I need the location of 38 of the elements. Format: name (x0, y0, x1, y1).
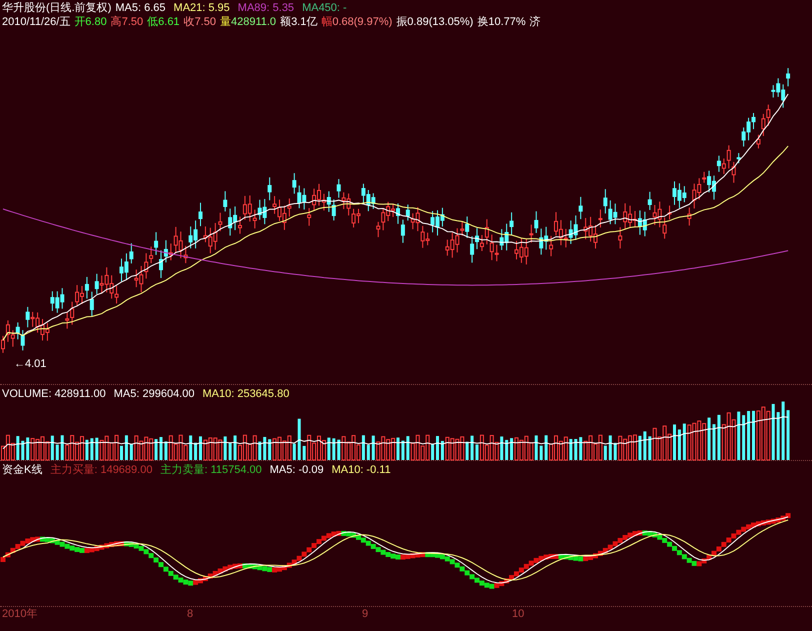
quote-value: 7.50 (194, 15, 216, 29)
fund-panel-title: 资金K线 (2, 463, 42, 477)
low-price-marker: ←4.01 (14, 357, 46, 371)
quote-value: 6.80 (85, 15, 107, 29)
indicator-value: MA21: 5.95 (174, 1, 230, 15)
quote-label: 高 (110, 15, 122, 29)
axis-label: 8 (187, 608, 194, 620)
quote-date: 2010/11/26/五 (2, 15, 70, 29)
axis-label: 9 (362, 608, 368, 620)
indicator-value: MA5: 299604.00 (114, 387, 194, 401)
quote-label: 济 (530, 15, 541, 29)
quote-value: 7.50 (122, 15, 144, 29)
quote-value: 0.68(9.97%) (332, 15, 392, 29)
chart-title: 华升股份(日线.前复权) (2, 1, 112, 15)
indicator-value: MA450: - (302, 1, 347, 15)
quote-value: 0.89(13.05%) (407, 15, 474, 29)
quote-label: 换 (477, 15, 488, 29)
quote-label: 幅 (321, 15, 332, 29)
quote-value: 6.61 (158, 15, 180, 29)
indicator-value: MA89: 5.35 (238, 1, 294, 15)
indicator-value: MA10: 253645.80 (202, 387, 290, 401)
indicator-value: 主力卖量: 115754.00 (160, 463, 262, 477)
indicator-value: 主力买量: 149689.00 (50, 463, 152, 477)
quote-value: 10.77% (488, 15, 526, 29)
quote-value: 3.1亿 (291, 15, 318, 29)
quote-value: 428911.0 (230, 15, 276, 29)
quote-label: 低 (147, 15, 158, 29)
quote-label: 额 (280, 15, 292, 29)
axis-label: 10 (512, 608, 524, 620)
indicator-value: MA5: 6.65 (115, 1, 166, 15)
quote-label: 开 (74, 15, 86, 29)
quote-label: 量 (220, 15, 231, 29)
indicator-value: VOLUME: 428911.00 (2, 387, 106, 401)
axis-label: 2010年 (2, 608, 38, 620)
indicator-value: MA5: -0.09 (270, 463, 324, 477)
quote-label: 收 (184, 15, 195, 29)
indicator-value: MA10: -0.11 (332, 463, 391, 477)
quote-label: 振 (396, 15, 408, 29)
